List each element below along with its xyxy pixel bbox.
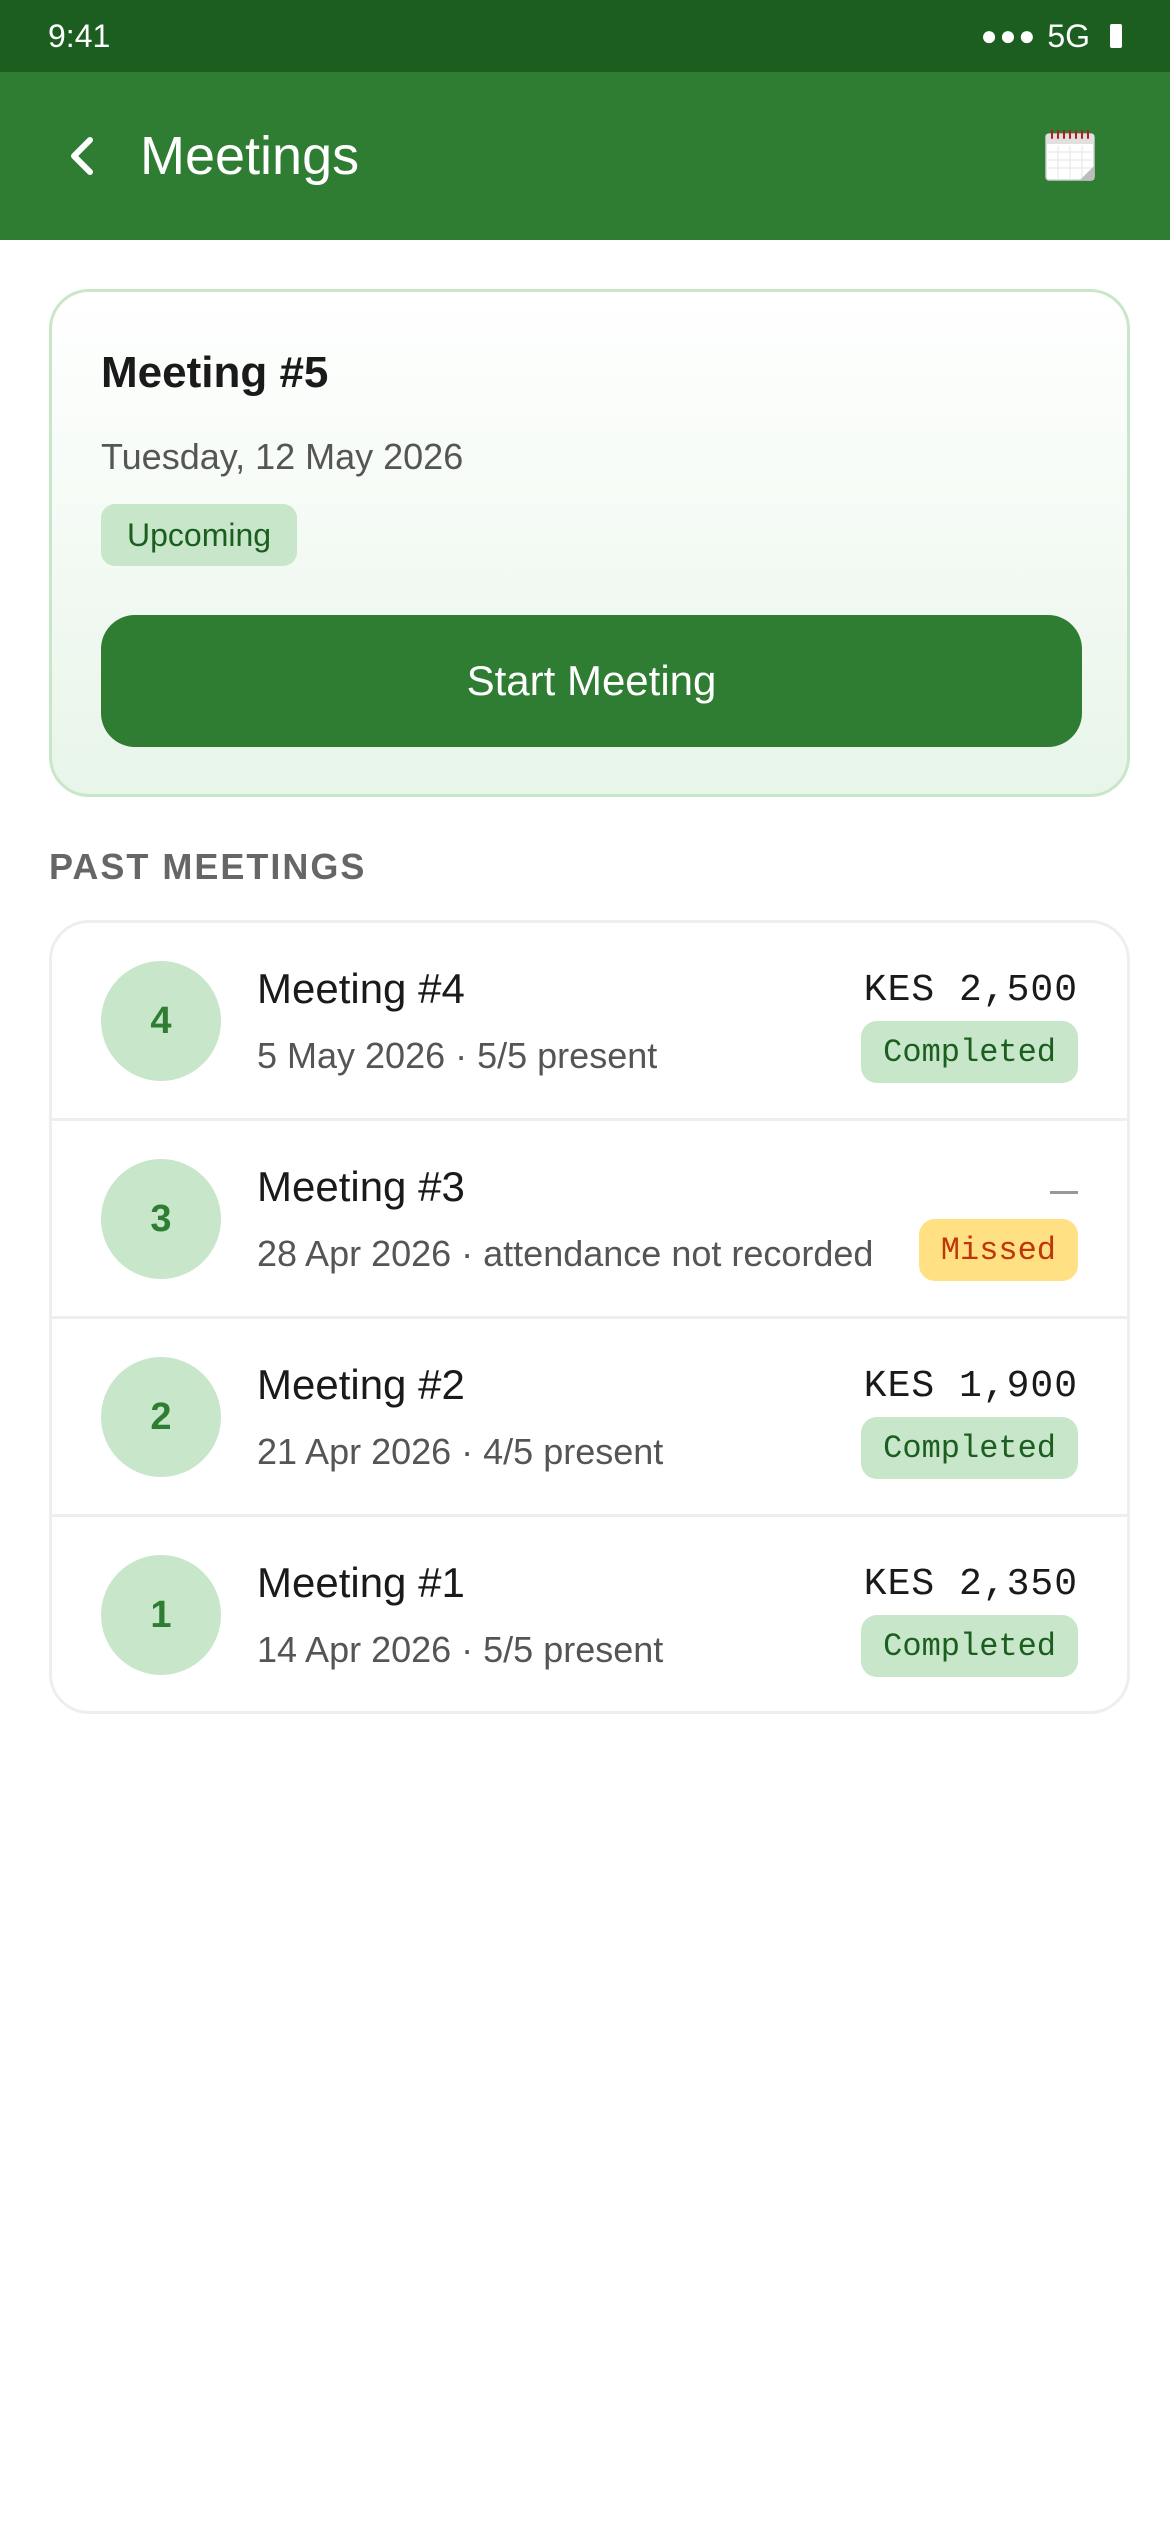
upcoming-meeting-card: Meeting #5 Tuesday, 12 May 2026 Upcoming…: [49, 289, 1130, 797]
meeting-number-badge: 2: [101, 1357, 221, 1477]
meeting-name: Meeting #3: [257, 1163, 465, 1210]
calendar-icon[interactable]: [1042, 128, 1098, 184]
network-label: 5G: [1047, 17, 1090, 54]
meeting-details: 14 Apr 2026 · 5/5 present: [257, 1629, 664, 1670]
signal-icon: ●●●: [980, 20, 1038, 51]
meeting-status-badge: Completed: [861, 1021, 1078, 1083]
meeting-row-4[interactable]: 4 Meeting #4 5 May 2026 · 5/5 present KE…: [52, 923, 1127, 1121]
app-bar: Meetings: [0, 72, 1170, 240]
meeting-details: 21 Apr 2026 · 4/5 present: [257, 1431, 664, 1472]
upcoming-meeting-title: Meeting #5: [101, 348, 329, 397]
page-title: Meetings: [140, 126, 360, 186]
meeting-row-1[interactable]: 1 Meeting #1 14 Apr 2026 · 5/5 present K…: [52, 1517, 1127, 1711]
meeting-amount: KES 2,500: [863, 969, 1078, 1012]
meeting-status-badge: Completed: [861, 1615, 1078, 1677]
meeting-name: Meeting #1: [257, 1559, 465, 1606]
status-indicators: ●●● 5G: [981, 18, 1122, 55]
status-bar: 9:41 ●●● 5G: [0, 0, 1170, 72]
meeting-name: Meeting #4: [257, 965, 465, 1012]
back-button[interactable]: [56, 120, 108, 192]
meeting-amount: KES 2,350: [863, 1563, 1078, 1606]
meeting-status-badge: Missed: [918, 1219, 1078, 1281]
past-meetings-heading: PAST MEETINGS: [49, 846, 367, 887]
meeting-number-badge: 1: [101, 1555, 221, 1675]
past-meetings-list: 4 Meeting #4 5 May 2026 · 5/5 present KE…: [49, 920, 1130, 1714]
battery-icon: [1110, 24, 1122, 48]
status-time: 9:41: [48, 17, 111, 54]
upcoming-meeting-date: Tuesday, 12 May 2026: [101, 436, 464, 477]
meeting-status-badge: Completed: [861, 1417, 1078, 1479]
meeting-number-badge: 3: [101, 1159, 221, 1279]
start-meeting-button[interactable]: Start Meeting: [101, 615, 1082, 747]
meeting-row-2[interactable]: 2 Meeting #2 21 Apr 2026 · 4/5 present K…: [52, 1319, 1127, 1517]
meeting-number-badge: 4: [101, 961, 221, 1081]
meeting-details: 5 May 2026 · 5/5 present: [257, 1035, 658, 1076]
upcoming-status-badge: Upcoming: [101, 504, 298, 566]
meeting-details: 28 Apr 2026 · attendance not recorded: [257, 1233, 874, 1274]
no-amount-dash: [1050, 1191, 1078, 1194]
meeting-row-3[interactable]: 3 Meeting #3 28 Apr 2026 · attendance no…: [52, 1121, 1127, 1319]
meeting-name: Meeting #2: [257, 1361, 465, 1408]
meeting-amount: KES 1,900: [863, 1365, 1078, 1408]
chevron-left-icon: [71, 137, 93, 175]
